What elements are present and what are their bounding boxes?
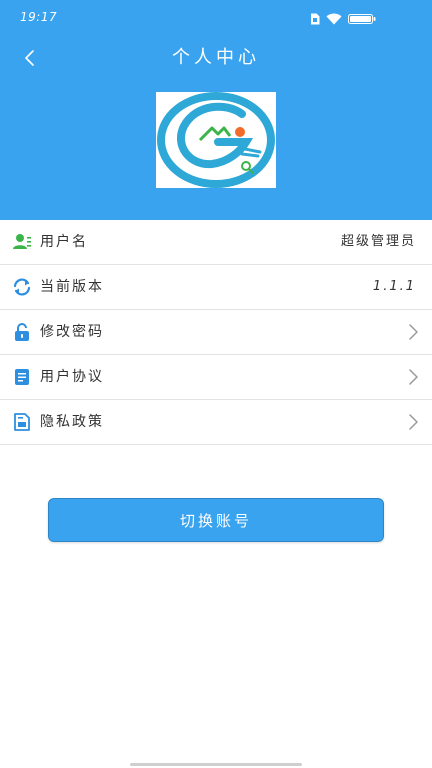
battery-icon xyxy=(348,13,376,25)
username-value: 超级管理员 xyxy=(340,234,416,249)
wifi-icon xyxy=(326,13,342,25)
row-privacy-policy[interactable]: 隐私政策 xyxy=(0,400,432,445)
row-change-password[interactable]: 修改密码 xyxy=(0,310,432,355)
status-icons xyxy=(310,12,376,26)
status-time: 19:17 xyxy=(20,10,58,24)
user-icon xyxy=(12,232,32,252)
app-logo-icon xyxy=(156,92,276,188)
row-version: 当前版本 1.1.1 xyxy=(0,265,432,310)
row-label-user-agreement: 用户协议 xyxy=(40,369,104,385)
page-title: 个人中心 xyxy=(172,47,260,68)
lock-icon xyxy=(12,322,32,342)
status-bar: 19:17 xyxy=(0,0,432,34)
chevron-right-icon xyxy=(406,412,420,432)
document-icon xyxy=(12,367,32,387)
row-label-version: 当前版本 xyxy=(40,279,104,295)
version-value: 1.1.1 xyxy=(372,279,416,294)
chevron-right-icon xyxy=(406,367,420,387)
row-label-privacy-policy: 隐私政策 xyxy=(40,414,104,430)
sim-icon xyxy=(310,13,320,25)
row-label-username: 用户名 xyxy=(40,234,88,250)
row-username: 用户名 超级管理员 xyxy=(0,220,432,265)
row-label-change-password: 修改密码 xyxy=(40,324,104,340)
settings-list: 用户名 超级管理员 当前版本 1.1.1 修改密码 用户协议 隐私政策 xyxy=(0,220,432,445)
chevron-right-icon xyxy=(406,322,420,342)
refresh-icon xyxy=(12,277,32,297)
home-indicator[interactable] xyxy=(130,763,302,766)
header: 19:17 个人中心 xyxy=(0,0,432,220)
switch-account-button[interactable]: 切换账号 xyxy=(48,498,384,542)
privacy-document-icon xyxy=(12,412,32,432)
row-user-agreement[interactable]: 用户协议 xyxy=(0,355,432,400)
